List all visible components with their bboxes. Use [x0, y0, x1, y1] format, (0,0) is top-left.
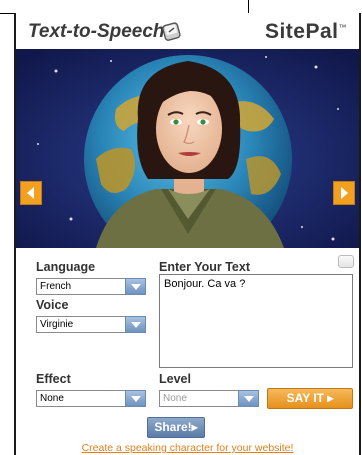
level-label: Level	[159, 372, 191, 386]
language-select[interactable]: French	[36, 278, 146, 295]
language-value: French	[40, 281, 72, 292]
chevron-down-icon	[238, 390, 259, 407]
options-toggle[interactable]	[338, 255, 354, 268]
enter-text-label: Enter Your Text	[159, 260, 250, 274]
effect-label: Effect	[36, 372, 71, 386]
prev-character-button[interactable]	[20, 181, 42, 205]
language-label: Language	[36, 260, 96, 274]
voice-value: Virginie	[40, 319, 74, 330]
chevron-down-icon	[125, 316, 146, 333]
page-top-bar	[0, 0, 249, 14]
effect-select[interactable]: None	[36, 390, 146, 407]
voice-select[interactable]: Virginie	[36, 316, 146, 333]
level-select[interactable]: None	[159, 390, 259, 407]
level-value: None	[163, 393, 187, 404]
share-button[interactable]: Share!▸	[147, 417, 205, 438]
avatar-scene	[16, 49, 359, 248]
chevron-down-icon	[125, 390, 146, 407]
say-it-button[interactable]: SAY IT ▸	[267, 388, 353, 409]
tts-widget: Text-to-Speech SitePal™ Language French …	[14, 13, 361, 455]
chevron-down-icon	[125, 278, 146, 295]
create-character-link[interactable]: Create a speaking character for your web…	[16, 442, 359, 454]
key-icon	[162, 22, 181, 41]
effect-value: None	[40, 393, 64, 404]
brand-title: Text-to-Speech	[28, 21, 165, 42]
sitepal-logo: SitePal™	[264, 20, 347, 43]
arrow-right-icon	[341, 187, 348, 199]
avatar-stage	[16, 49, 359, 248]
voice-label: Voice	[36, 298, 69, 312]
next-character-button[interactable]	[333, 181, 355, 205]
tts-controls: Language French Voice Virginie Effect No…	[16, 248, 359, 455]
widget-header: Text-to-Speech SitePal™	[16, 15, 359, 49]
speech-text-input[interactable]: Bonjour. Ca va ?	[159, 274, 353, 368]
arrow-left-icon	[27, 187, 34, 199]
